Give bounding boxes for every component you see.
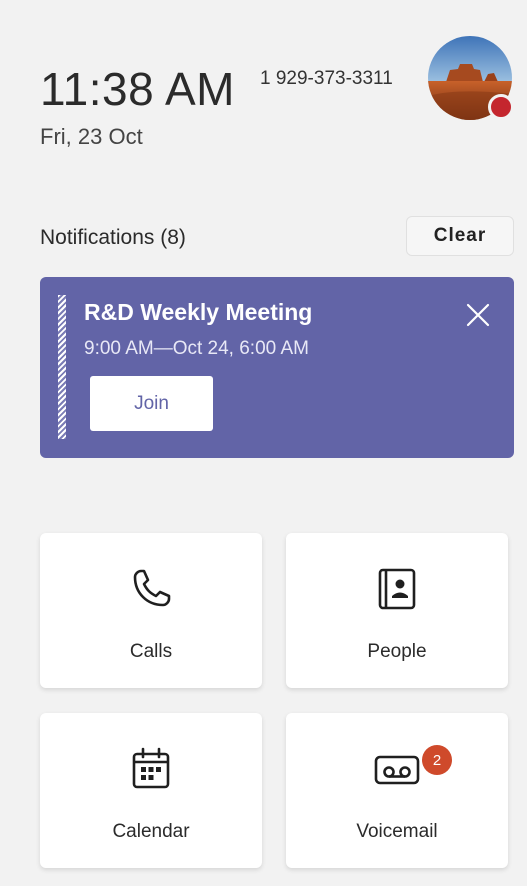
meeting-stripe <box>58 295 66 439</box>
calendar-icon <box>132 747 170 789</box>
people-label: People <box>367 641 427 662</box>
join-button[interactable]: Join <box>90 376 213 431</box>
close-icon[interactable] <box>464 301 492 329</box>
notifications-title: Notifications (8) <box>40 226 186 249</box>
voicemail-icon <box>374 755 420 785</box>
notifications-row: Notifications (8) Clear <box>40 216 514 256</box>
clear-button[interactable]: Clear <box>406 216 514 256</box>
calls-tile[interactable]: Calls <box>40 533 262 688</box>
clock-date: Fri, 23 Oct <box>40 124 143 149</box>
calendar-tile[interactable]: Calendar <box>40 713 262 868</box>
phone-icon <box>133 569 171 607</box>
meeting-notification-card[interactable]: R&D Weekly Meeting 9:00 AM—Oct 24, 6:00 … <box>40 277 514 458</box>
voicemail-badge: 2 <box>422 745 452 775</box>
voicemail-label: Voicemail <box>356 821 438 842</box>
contact-book-icon <box>378 568 416 610</box>
calendar-label: Calendar <box>112 821 190 842</box>
header: 11:38 AM Fri, 23 Oct 1 929-373-3311 <box>40 36 514 162</box>
clock-time: 11:38 AM <box>40 63 235 115</box>
people-tile[interactable]: People <box>286 533 508 688</box>
meeting-time: 9:00 AM—Oct 24, 6:00 AM <box>84 338 309 359</box>
calls-label: Calls <box>129 641 173 662</box>
phone-number: 1 929-373-3311 <box>260 68 393 89</box>
voicemail-tile[interactable]: 2 Voicemail <box>286 713 508 868</box>
presence-status-dot <box>488 94 514 120</box>
meeting-title: R&D Weekly Meeting <box>84 299 313 325</box>
